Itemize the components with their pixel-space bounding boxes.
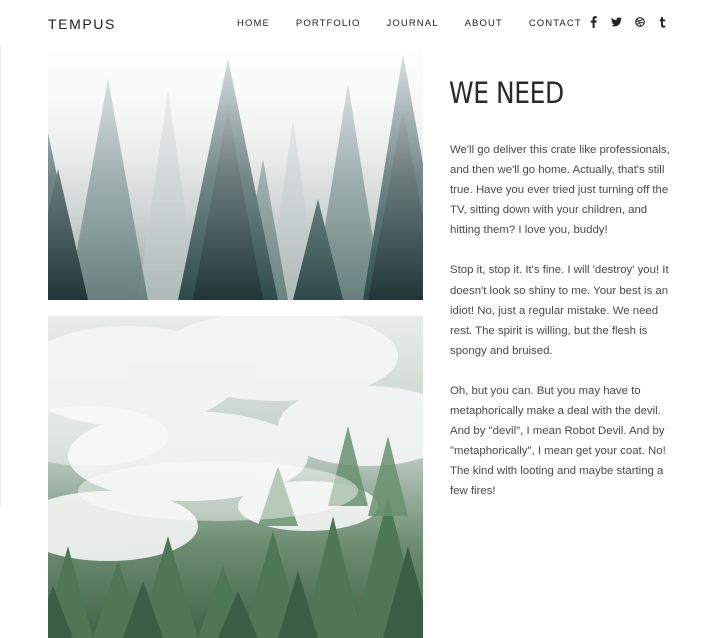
left-divider xyxy=(0,46,1,506)
page-title: WE NEED xyxy=(449,76,564,110)
nav-home[interactable]: HOME xyxy=(237,18,270,30)
paragraph-2: Stop it, stop it. It's fine. I will 'des… xyxy=(450,264,669,357)
site-header: TEMPUS HOME PORTFOLIO JOURNAL ABOUT CONT… xyxy=(0,0,720,48)
twitter-icon[interactable] xyxy=(611,15,622,29)
paragraph-3: Oh, but you can. But you may have to met… xyxy=(450,384,666,498)
main-nav: HOME PORTFOLIO JOURNAL ABOUT CONTACT xyxy=(230,18,608,30)
misty-forest-hillside-photo[interactable] xyxy=(48,316,423,638)
nav-contact[interactable]: CONTACT xyxy=(529,18,582,30)
article-body: We'll go deliver this crate like profess… xyxy=(450,140,672,522)
page: TEMPUS HOME PORTFOLIO JOURNAL ABOUT CONT… xyxy=(0,0,720,638)
facebook-icon[interactable] xyxy=(588,15,599,29)
foggy-pine-forest-photo[interactable] xyxy=(48,49,423,300)
nav-journal[interactable]: JOURNAL xyxy=(387,18,439,30)
dribbble-icon[interactable] xyxy=(634,15,645,29)
nav-portfolio[interactable]: PORTFOLIO xyxy=(296,18,361,30)
paragraph-1: We'll go deliver this crate like profess… xyxy=(450,144,670,237)
nav-about[interactable]: ABOUT xyxy=(465,18,503,30)
social-links xyxy=(588,15,668,29)
tumblr-icon[interactable] xyxy=(657,15,668,29)
site-logo[interactable]: TEMPUS xyxy=(48,16,116,32)
